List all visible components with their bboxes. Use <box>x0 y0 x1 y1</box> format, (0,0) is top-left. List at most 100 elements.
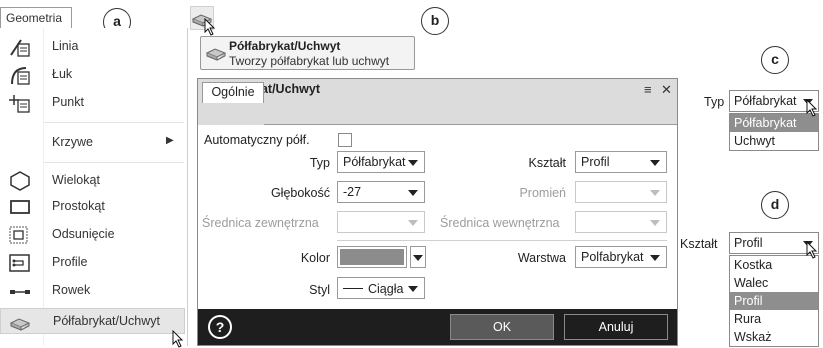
chevron-down-icon <box>408 286 418 292</box>
warstwa-select[interactable]: Polfabrykat <box>575 246 667 268</box>
line-icon <box>8 37 32 57</box>
typ-select-value: Półfabrykat <box>343 155 406 169</box>
menu-item-label: Linia <box>52 39 79 53</box>
srednica-zewnetrzna-input <box>337 211 425 233</box>
menu-item-label: Rowek <box>52 283 91 297</box>
typ-dropdown-value: Półfabrykat <box>734 94 797 108</box>
menu-item-label: Krzywe <box>52 135 93 149</box>
profile-icon <box>8 253 32 273</box>
menu-item-odsuniecie[interactable]: Odsunięcie <box>0 222 185 248</box>
stock-holder-icon <box>9 312 33 332</box>
tab-bar <box>198 101 677 125</box>
point-icon <box>8 93 32 113</box>
menu-item-label: Punkt <box>52 95 84 109</box>
tooltip: Półfabrykat/Uchwyt Tworzy półfabrykat lu… <box>200 36 415 70</box>
chevron-down-icon <box>650 220 660 226</box>
typ-dropdown-list: Półfabrykat Uchwyt <box>729 113 819 151</box>
cancel-button[interactable]: Anuluj <box>564 314 668 340</box>
ksztalt-select-value: Profil <box>581 155 610 169</box>
tab-ogolnie[interactable]: Ogólnie <box>202 82 264 103</box>
menu-item-luk[interactable]: Łuk <box>0 62 185 88</box>
typ-select[interactable]: Półfabrykat <box>337 151 425 173</box>
auto-stock-checkbox[interactable] <box>338 133 352 147</box>
mouse-cursor-icon <box>204 18 216 36</box>
mouse-cursor-icon <box>806 241 818 259</box>
chevron-down-icon <box>408 220 418 226</box>
chevron-down-icon <box>413 255 423 261</box>
menu-divider <box>44 162 184 163</box>
color-swatch <box>340 249 404 265</box>
polygon-icon <box>8 171 32 191</box>
kolor-picker[interactable] <box>337 246 407 268</box>
menu-item-linia[interactable]: Linia <box>0 34 185 60</box>
geometria-menu: Linia Łuk Punkt Krzywe ▶ Wielokąt Prosto… <box>0 28 188 348</box>
typ-label: Typ <box>309 156 330 170</box>
dialog-footer: ? OK Anuluj <box>198 309 677 345</box>
chevron-down-icon <box>650 190 660 196</box>
promien-input <box>575 181 667 203</box>
menu-item-label: Prostokąt <box>52 199 105 213</box>
dialog-menu-icon[interactable]: ≡ <box>644 79 652 100</box>
callout-b: b <box>421 7 449 35</box>
help-icon[interactable]: ? <box>208 315 232 339</box>
geometria-tab[interactable]: Geometria <box>0 7 72 29</box>
menu-item-punkt[interactable]: Punkt <box>0 90 185 116</box>
menu-item-rowek[interactable]: Rowek <box>0 278 185 304</box>
kolor-label: Kolor <box>300 251 330 265</box>
section-divider <box>337 240 667 241</box>
menu-item-label: Półfabrykat/Uchwyt <box>53 314 160 328</box>
arc-icon <box>8 65 32 85</box>
dropdown-option[interactable]: Kostka <box>730 256 818 274</box>
chevron-down-icon <box>408 190 418 196</box>
callout-c: c <box>761 46 789 74</box>
callout-d: d <box>761 191 789 219</box>
menu-item-label: Łuk <box>52 67 73 81</box>
srednica-wewnetrzna-input <box>575 211 667 233</box>
kolor-dropdown-button[interactable] <box>410 246 426 268</box>
menu-item-label: Profile <box>52 255 88 269</box>
ksztalt-dropdown-list: Kostka Walec Profil Rura Wskaż <box>729 255 819 347</box>
ksztalt-select[interactable]: Profil <box>575 151 667 173</box>
dropdown-option[interactable]: Wskaż <box>730 328 818 346</box>
submenu-arrow-icon: ▶ <box>166 135 174 146</box>
styl-label: Styl <box>309 283 330 297</box>
menu-divider <box>44 122 184 123</box>
chevron-down-icon <box>408 160 418 166</box>
styl-select[interactable]: Ciągła <box>337 277 425 299</box>
auto-stock-label: Automatyczny półf. <box>204 133 310 147</box>
dropdown-option[interactable]: Walec <box>730 274 818 292</box>
menu-item-wielokat[interactable]: Wielokąt <box>0 168 185 194</box>
dropdown-option[interactable]: Rura <box>730 310 818 328</box>
srednica-zewnetrzna-label: Średnica zewnętrzna <box>202 216 319 230</box>
chevron-down-icon <box>650 160 660 166</box>
ksztalt-label: Kształt <box>528 156 566 170</box>
warstwa-label: Warstwa <box>517 251 566 265</box>
styl-select-value: Ciągła <box>368 282 404 296</box>
srednica-wewnetrzna-label: Średnica wewnętrzna <box>440 216 560 230</box>
menu-item-prostokat[interactable]: Prostokąt <box>0 194 185 220</box>
glebokosc-label: Głębokość <box>270 186 330 200</box>
typ-label: Typ <box>704 95 725 109</box>
dialog-title-bar: Półfabrykat/Uchwyt ≡ ✕ <box>198 79 677 101</box>
menu-item-polfabrykat-uchwyt[interactable]: Półfabrykat/Uchwyt <box>0 308 185 334</box>
ksztalt-dropdown-value: Profil <box>734 236 763 250</box>
ok-button[interactable]: OK <box>450 314 554 340</box>
close-icon[interactable]: ✕ <box>661 79 672 100</box>
tab-underline <box>264 124 677 125</box>
tooltip-title: Półfabrykat/Uchwyt <box>229 39 341 53</box>
menu-item-krzywe[interactable]: Krzywe ▶ <box>0 130 185 156</box>
offset-icon <box>8 225 32 245</box>
stock-holder-icon <box>205 48 227 61</box>
groove-icon <box>8 281 32 301</box>
tooltip-description: Tworzy półfabrykat lub uchwyt <box>229 54 390 68</box>
dropdown-option[interactable]: Profil <box>730 292 818 310</box>
promien-label: Promień <box>519 186 566 200</box>
menu-item-profile[interactable]: Profile <box>0 250 185 276</box>
mouse-cursor-icon <box>806 99 818 117</box>
glebokosc-input[interactable]: -27 <box>337 181 425 203</box>
dropdown-option[interactable]: Uchwyt <box>730 132 818 150</box>
dropdown-option[interactable]: Półfabrykat <box>730 114 818 132</box>
mouse-cursor-icon <box>172 330 184 348</box>
line-style-sample <box>343 288 363 289</box>
menu-item-label: Odsunięcie <box>52 227 115 241</box>
